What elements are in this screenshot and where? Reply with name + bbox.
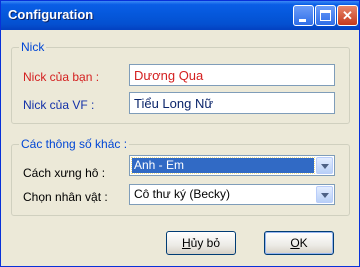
vf-nick-label: Nick của VF : — [23, 98, 95, 112]
ok-accelerator: O — [290, 236, 300, 250]
configuration-dialog: Configuration ✕ Nick Nick của bạn : Dươn… — [0, 0, 360, 267]
chevron-down-icon[interactable] — [316, 186, 333, 203]
ok-button[interactable]: OK — [264, 231, 334, 255]
close-icon: ✕ — [342, 8, 353, 23]
minimize-button[interactable] — [293, 5, 314, 26]
your-nick-label: Nick của bạn : — [23, 70, 100, 84]
your-nick-field[interactable]: Dương Qua — [129, 64, 335, 86]
other-settings-legend: Các thông số khác : — [19, 137, 130, 151]
cancel-button[interactable]: Hủy bỏ — [166, 231, 236, 255]
vf-nick-field[interactable]: Tiểu Long Nữ — [129, 92, 335, 114]
maximize-button[interactable] — [315, 5, 336, 26]
window-title: Configuration — [8, 7, 94, 22]
character-select[interactable]: Cô thư ký (Becky) — [129, 184, 335, 205]
cancel-accelerator: H — [181, 236, 191, 250]
character-value: Cô thư ký (Becky) — [134, 187, 231, 201]
address-form-label: Cách xưng hô : — [23, 166, 106, 180]
address-form-value: Anh - Em — [131, 157, 315, 174]
ok-label: K — [299, 236, 308, 250]
character-label: Chọn nhân vật : — [23, 190, 108, 204]
address-form-select[interactable]: Anh - Em — [129, 155, 335, 176]
chevron-down-icon[interactable] — [316, 157, 333, 174]
cancel-label: ủy bỏ — [190, 236, 221, 250]
maximize-icon — [320, 10, 331, 21]
close-button[interactable]: ✕ — [337, 5, 358, 26]
nick-group-legend: Nick — [19, 40, 47, 54]
minimize-icon — [299, 19, 306, 22]
title-bar[interactable]: Configuration ✕ — [1, 1, 359, 30]
